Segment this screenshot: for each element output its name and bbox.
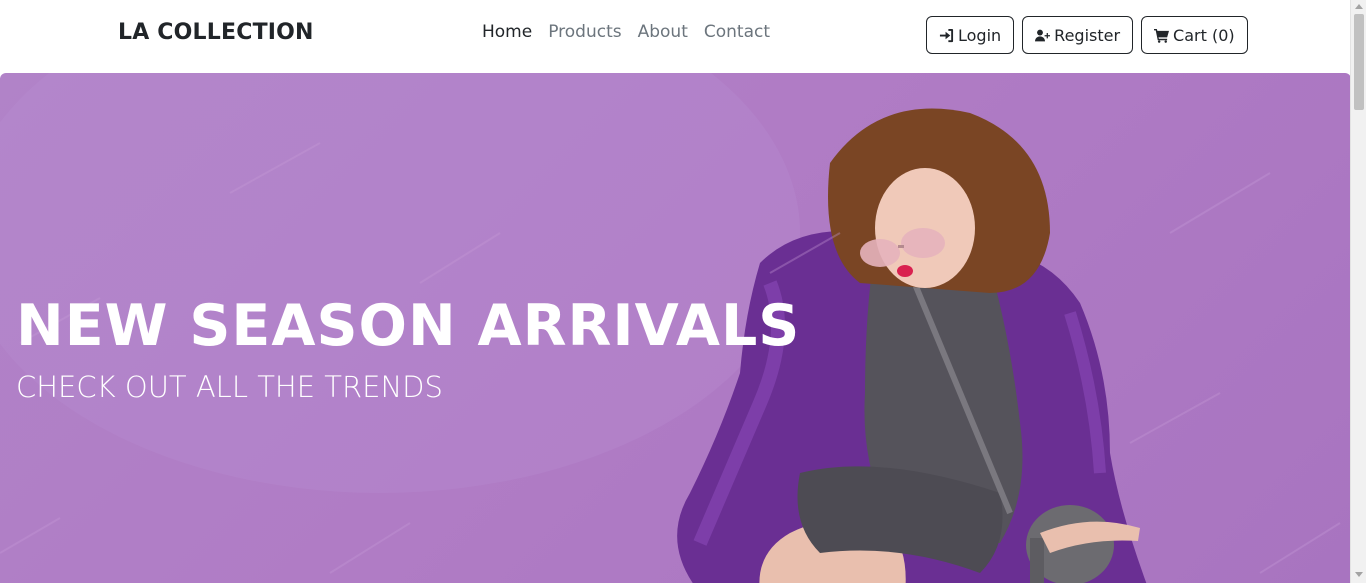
scroll-down-arrow-icon[interactable]	[1355, 572, 1363, 577]
navbar: LA COLLECTION Home Products About Contac…	[0, 0, 1350, 72]
login-button[interactable]: Login	[926, 16, 1015, 54]
nav-links: Home Products About Contact	[474, 22, 778, 42]
scroll-up-arrow-icon[interactable]	[1355, 4, 1363, 9]
sign-in-icon	[939, 28, 954, 42]
cart-button[interactable]: Cart (0)	[1141, 16, 1248, 54]
login-label: Login	[958, 25, 1002, 45]
page: LA COLLECTION Home Products About Contac…	[0, 0, 1350, 583]
page-scrollbar[interactable]	[1350, 0, 1366, 583]
register-label: Register	[1054, 25, 1121, 45]
register-button[interactable]: Register	[1022, 16, 1134, 54]
nav-link-products[interactable]: Products	[540, 22, 629, 42]
shopping-cart-icon	[1154, 28, 1170, 43]
nav-buttons: Login Register Cart (0)	[926, 16, 1248, 54]
scroll-thumb[interactable]	[1354, 14, 1364, 110]
nav-link-about[interactable]: About	[630, 22, 696, 42]
hero-subtitle: CHECK OUT ALL THE TRENDS	[16, 370, 443, 404]
nav-link-home[interactable]: Home	[474, 22, 540, 42]
hero-banner: NEW SEASON ARRIVALS CHECK OUT ALL THE TR…	[0, 73, 1350, 583]
hero-title: NEW SEASON ARRIVALS	[16, 293, 801, 359]
nav-link-contact[interactable]: Contact	[696, 22, 778, 42]
cart-label: Cart (0)	[1173, 25, 1235, 45]
user-plus-icon	[1035, 29, 1051, 41]
brand-logo[interactable]: LA COLLECTION	[118, 20, 314, 45]
